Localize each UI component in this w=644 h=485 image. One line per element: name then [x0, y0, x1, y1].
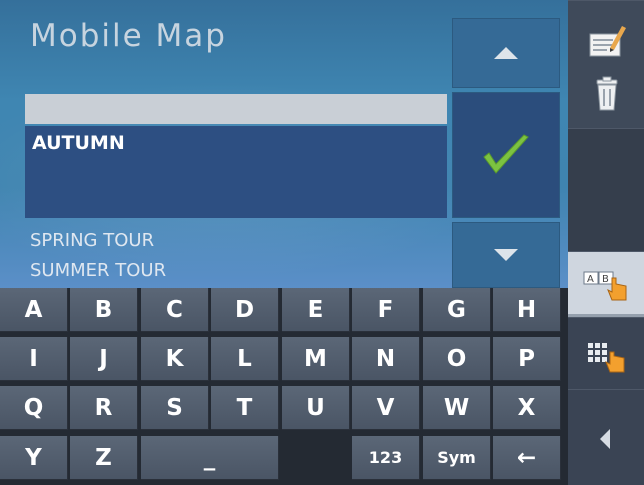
key-v[interactable]: V — [352, 386, 420, 430]
key-y[interactable]: Y — [0, 436, 68, 480]
key-k[interactable]: K — [141, 337, 209, 381]
key-h[interactable]: H — [493, 288, 561, 332]
numbers-key[interactable]: 123 — [352, 436, 420, 480]
key-z[interactable]: Z — [70, 436, 138, 480]
alpha-keyboard-icon: A B — [583, 271, 627, 301]
list-item[interactable]: SUMMER TOUR — [30, 260, 166, 281]
scroll-down-button[interactable] — [452, 222, 560, 288]
route-name-input[interactable] — [25, 94, 447, 124]
key-p[interactable]: P — [493, 337, 561, 381]
key-g[interactable]: G — [423, 288, 491, 332]
back-icon — [600, 429, 610, 449]
key-r[interactable]: R — [70, 386, 138, 430]
selected-route-label: AUTUMN — [32, 132, 125, 154]
right-toolbar: A B — [568, 0, 644, 485]
key-a[interactable]: A — [0, 288, 68, 332]
key-j[interactable]: J — [70, 337, 138, 381]
scroll-down-icon — [494, 249, 518, 261]
key-m[interactable]: M — [282, 337, 350, 381]
key-u[interactable]: U — [282, 386, 350, 430]
route-list-panel: Mobile Map AUTUMN SPRING TOUR SUMMER TOU… — [0, 0, 568, 288]
space-key[interactable]: _ — [141, 436, 279, 480]
key-b[interactable]: B — [70, 288, 138, 332]
svg-text:B: B — [602, 274, 609, 285]
grid-keyboard-icon — [588, 343, 625, 373]
key-q[interactable]: Q — [0, 386, 68, 430]
key-x[interactable]: X — [493, 386, 561, 430]
key-e[interactable]: E — [282, 288, 350, 332]
scroll-up-button[interactable] — [452, 18, 560, 88]
edit-icon[interactable] — [588, 22, 628, 60]
trash-icon[interactable] — [594, 76, 620, 112]
key-n[interactable]: N — [352, 337, 420, 381]
key-s[interactable]: S — [141, 386, 209, 430]
toolbar-spacer — [568, 128, 644, 251]
key-t[interactable]: T — [211, 386, 279, 430]
key-c[interactable]: C — [141, 288, 209, 332]
checkmark-icon — [483, 134, 529, 174]
confirm-button[interactable] — [452, 92, 560, 218]
key-o[interactable]: O — [423, 337, 491, 381]
symbols-key[interactable]: Sym — [423, 436, 491, 480]
on-screen-keyboard: A B C D E F G H I J K L M N O P Q R S T U V W X Y Z _ 123 Sym ← — [0, 288, 568, 485]
key-l[interactable]: L — [211, 337, 279, 381]
scroll-up-icon — [494, 47, 518, 59]
svg-text:A: A — [587, 274, 594, 285]
app-title: Mobile Map — [30, 18, 227, 54]
list-item[interactable]: SPRING TOUR — [30, 230, 154, 251]
key-d[interactable]: D — [211, 288, 279, 332]
key-w[interactable]: W — [423, 386, 491, 430]
key-i[interactable]: I — [0, 337, 68, 381]
backspace-key[interactable]: ← — [493, 436, 561, 480]
key-f[interactable]: F — [352, 288, 420, 332]
